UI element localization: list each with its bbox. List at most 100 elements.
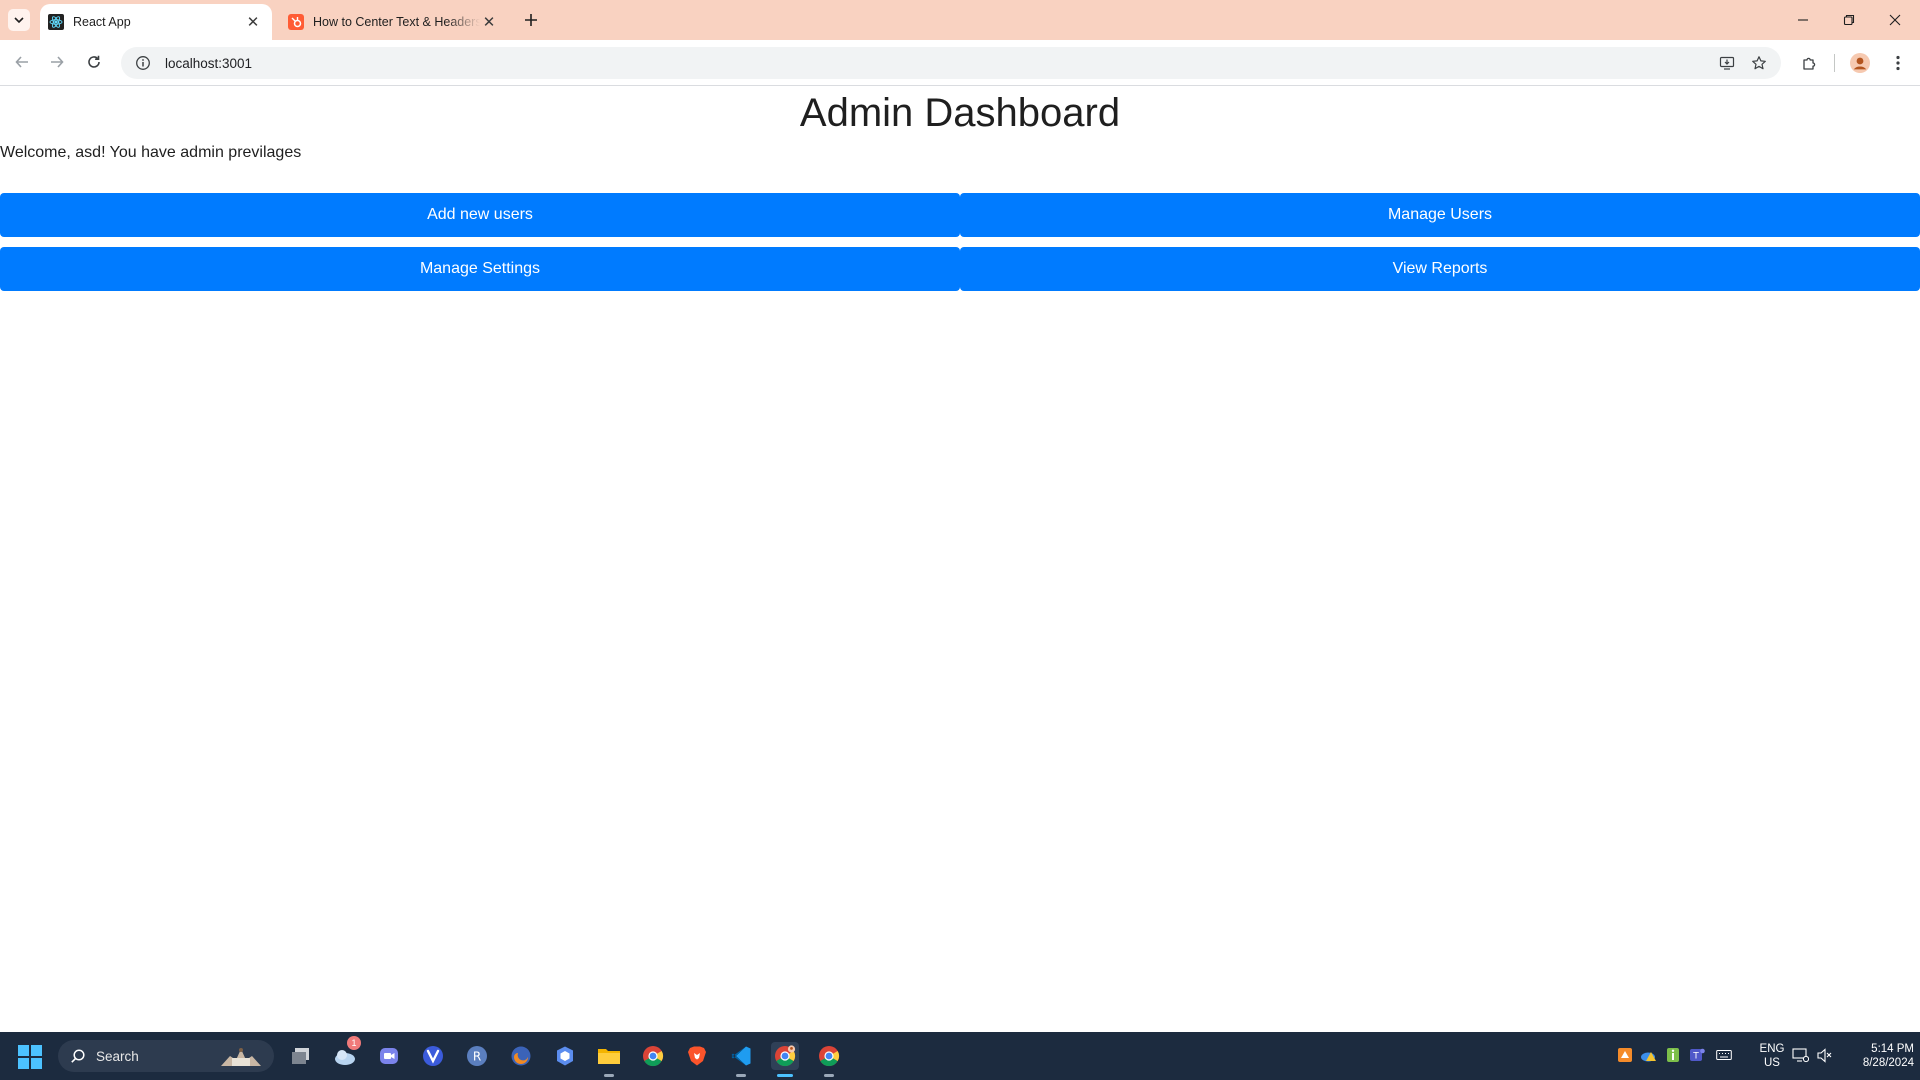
tray-keyboard[interactable] — [1714, 1044, 1734, 1066]
vivaldi-icon — [423, 1046, 443, 1066]
reload-icon — [88, 55, 100, 68]
dashboard-actions: Add new users Manage Users Manage Settin… — [0, 193, 1920, 291]
minimize-button[interactable] — [1780, 0, 1826, 40]
firefox-icon — [511, 1046, 531, 1066]
search-highlight-icon — [221, 1048, 261, 1066]
taskbar-app-security[interactable] — [551, 1042, 579, 1070]
clock-time: 5:14 PM — [1871, 1043, 1914, 1055]
add-new-users-button[interactable]: Add new users — [0, 193, 960, 237]
chevron-down-icon — [14, 17, 24, 24]
minimize-icon — [1798, 19, 1808, 21]
running-indicator — [824, 1074, 834, 1077]
tray-app-3[interactable] — [1663, 1044, 1683, 1066]
tray-app-icon — [1618, 1048, 1632, 1062]
taskbar: Search 1 R T ENG US 5:14 PM 8/28/2024 — [0, 1032, 1920, 1080]
search-icon — [71, 1049, 85, 1063]
r-app-icon: R — [467, 1046, 487, 1066]
address-bar[interactable]: localhost:3001 — [121, 47, 1781, 79]
toolbar-divider — [1834, 54, 1835, 72]
taskbar-app-r[interactable]: R — [463, 1042, 491, 1070]
forward-button[interactable] — [42, 47, 72, 77]
security-icon — [557, 1046, 573, 1066]
taskbar-app-chrome[interactable] — [639, 1042, 667, 1070]
arrow-left-icon — [15, 56, 28, 68]
new-tab-button[interactable] — [520, 9, 542, 31]
taskbar-app-firefox[interactable] — [507, 1042, 535, 1070]
chrome-menu-button[interactable] — [1883, 48, 1913, 78]
windows-logo-icon — [18, 1045, 29, 1056]
windows-logo-icon — [18, 1058, 29, 1069]
tray-network[interactable] — [1790, 1044, 1810, 1066]
taskbar-app-vivaldi[interactable] — [419, 1042, 447, 1070]
close-icon[interactable]: ✕ — [480, 13, 498, 31]
taskbar-search[interactable]: Search — [58, 1040, 274, 1072]
search-label: Search — [96, 1048, 139, 1064]
page-content: Admin Dashboard Welcome, asd! You have a… — [0, 87, 1920, 1032]
taskbar-app-weather[interactable]: 1 — [331, 1036, 361, 1070]
address-text[interactable]: localhost:3001 — [165, 56, 1711, 71]
windows-logo-icon — [31, 1058, 42, 1069]
info-app-icon — [1667, 1048, 1679, 1062]
windows-logo-icon — [31, 1045, 42, 1056]
windows-start-button[interactable] — [18, 1045, 42, 1069]
tab-title: React App — [73, 15, 131, 29]
vscode-icon — [731, 1046, 751, 1066]
taskbar-app-teams[interactable] — [375, 1042, 403, 1070]
taskbar-app-vscode[interactable] — [727, 1042, 755, 1077]
browser-tab-strip: React App ✕ How to Center Text & Headers… — [0, 0, 1920, 40]
taskbar-app-brave[interactable] — [683, 1042, 711, 1070]
install-app-icon[interactable] — [1711, 47, 1743, 79]
file-explorer-icon — [292, 1048, 309, 1064]
taskbar-app-folder[interactable] — [595, 1042, 623, 1077]
running-indicator — [604, 1074, 614, 1077]
tray-app-1[interactable] — [1615, 1044, 1635, 1066]
reload-button[interactable] — [79, 47, 109, 77]
tab-react-app[interactable]: React App ✕ — [40, 4, 272, 40]
more-vertical-icon — [1896, 55, 1900, 71]
tray-app-2[interactable] — [1639, 1044, 1659, 1066]
close-icon — [1889, 14, 1901, 26]
notification-badge: 1 — [347, 1036, 361, 1050]
arrow-right-icon — [51, 56, 64, 68]
tray-volume[interactable] — [1815, 1044, 1835, 1066]
chrome-icon — [643, 1046, 664, 1067]
bookmark-star-icon[interactable] — [1743, 47, 1775, 79]
hubspot-icon — [288, 14, 304, 30]
view-reports-button[interactable]: View Reports — [960, 247, 1920, 291]
puzzle-icon — [1802, 57, 1815, 70]
network-icon — [1791, 1047, 1809, 1062]
region-code: US — [1764, 1057, 1780, 1069]
profile-button[interactable] — [1845, 48, 1875, 78]
taskbar-app-chrome-dev[interactable] — [771, 1042, 799, 1077]
avatar-icon — [1850, 53, 1870, 73]
tab-title: How to Center Text & Headers in CSS — [313, 15, 480, 29]
restore-icon — [1843, 14, 1855, 26]
warning-cloud-icon — [1641, 1052, 1656, 1062]
page-title: Admin Dashboard — [799, 91, 1121, 135]
react-icon — [48, 14, 64, 30]
extensions-button[interactable] — [1794, 48, 1824, 78]
close-icon[interactable]: ✕ — [244, 13, 262, 31]
active-window-indicator — [777, 1074, 793, 1077]
restore-button[interactable] — [1826, 0, 1872, 40]
keyboard-icon — [1716, 1050, 1732, 1060]
tab-center-text-article[interactable]: How to Center Text & Headers in CSS ✕ — [280, 4, 508, 40]
clock-date: 8/28/2024 — [1862, 1057, 1914, 1069]
folder-icon — [598, 1049, 620, 1064]
tray-app-4[interactable]: T — [1687, 1044, 1707, 1066]
manage-settings-button[interactable]: Manage Settings — [0, 247, 960, 291]
browser-toolbar: localhost:3001 — [0, 40, 1920, 86]
site-info-icon[interactable] — [127, 55, 159, 71]
language-code: ENG — [1759, 1043, 1785, 1055]
close-window-button[interactable] — [1872, 0, 1918, 40]
manage-users-button[interactable]: Manage Users — [960, 193, 1920, 237]
back-button[interactable] — [7, 47, 37, 77]
taskbar-app-chrome-second[interactable] — [815, 1042, 843, 1077]
taskbar-clock[interactable]: 5:14 PM 8/28/2024 — [1838, 1042, 1914, 1070]
running-indicator — [736, 1074, 746, 1077]
brave-icon — [688, 1046, 706, 1066]
welcome-message: Welcome, asd! You have admin previlages — [0, 144, 302, 161]
tab-search-button[interactable] — [8, 9, 30, 31]
input-language[interactable]: ENG US — [1752, 1042, 1792, 1070]
taskbar-app-files[interactable] — [287, 1042, 315, 1070]
